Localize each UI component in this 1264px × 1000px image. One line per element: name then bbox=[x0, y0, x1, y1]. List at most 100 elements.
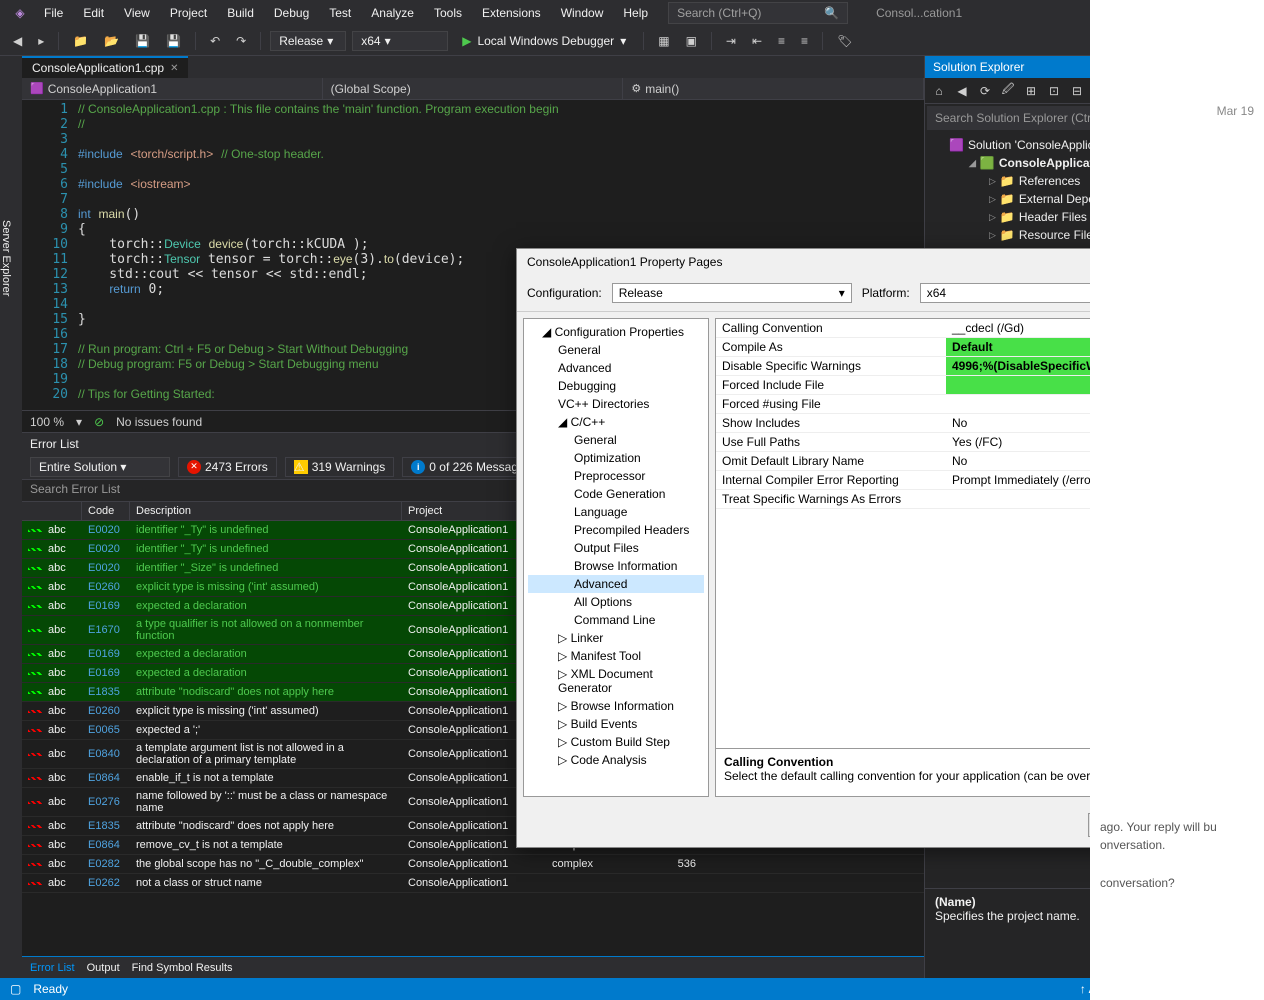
toolbar-icon[interactable]: ▦ bbox=[653, 31, 674, 51]
tree-item[interactable]: General bbox=[528, 341, 704, 359]
server-explorer-tab[interactable]: Server Explorer bbox=[0, 56, 22, 456]
tool-icon[interactable]: ⊡ bbox=[1044, 81, 1064, 101]
config-dropdown[interactable]: Release▾ bbox=[270, 31, 346, 51]
issues-status: No issues found bbox=[116, 415, 202, 429]
start-debug-button[interactable]: ▶Local Windows Debugger▾ bbox=[454, 31, 634, 51]
status-ready: Ready bbox=[33, 982, 68, 996]
tree-item[interactable]: VC++ Directories bbox=[528, 395, 704, 413]
tree-item[interactable]: Code Generation bbox=[528, 485, 704, 503]
dialog-config-dropdown[interactable]: Release▾ bbox=[612, 283, 852, 303]
status-square-icon: ▢ bbox=[10, 982, 21, 996]
window-title: Consol...cation1 bbox=[864, 3, 974, 23]
new-project-icon[interactable]: 📁 bbox=[68, 31, 93, 51]
platform-label: Platform: bbox=[862, 286, 910, 300]
toolbar-icon[interactable]: ▣ bbox=[681, 31, 702, 51]
search-placeholder: Search (Ctrl+Q) bbox=[677, 6, 761, 20]
menu-tools[interactable]: Tools bbox=[426, 3, 470, 23]
menu-test[interactable]: Test bbox=[321, 3, 359, 23]
sync-icon[interactable]: ⟳ bbox=[975, 81, 995, 101]
tool-icon[interactable]: 🖉 bbox=[998, 77, 1018, 104]
platform-dropdown[interactable]: x64▾ bbox=[352, 31, 448, 51]
navigation-bar: 🟪 ConsoleApplication1 (Global Scope) ⚙ m… bbox=[22, 78, 924, 100]
tool-window-tabs: Error List Output Find Symbol Results bbox=[22, 956, 924, 978]
zoom-level[interactable]: 100 % bbox=[30, 415, 64, 429]
vs-logo-icon: ◈ bbox=[8, 1, 32, 25]
property-tree[interactable]: ◢ Configuration PropertiesGeneralAdvance… bbox=[523, 318, 709, 797]
scope-project-dropdown[interactable]: 🟪 ConsoleApplication1 bbox=[22, 78, 323, 99]
errors-filter[interactable]: ✕2473 Errors bbox=[178, 457, 277, 477]
tree-item[interactable]: ▷ Browse Information bbox=[528, 697, 704, 715]
external-panel: Mar 19 ago. Your reply will bu onversati… bbox=[1090, 0, 1264, 1000]
project-icon: 🟩 bbox=[980, 156, 995, 170]
document-tab[interactable]: ConsoleApplication1.cpp ✕ bbox=[22, 56, 188, 78]
tree-item[interactable]: Browse Information bbox=[528, 557, 704, 575]
toolbar-icon[interactable]: ⇥ bbox=[721, 31, 741, 51]
menu-window[interactable]: Window bbox=[553, 3, 612, 23]
error-scope-dropdown[interactable]: Entire Solution ▾ bbox=[30, 457, 170, 477]
tab-output[interactable]: Output bbox=[87, 962, 120, 974]
tree-item[interactable]: Advanced bbox=[528, 575, 704, 593]
menu-help[interactable]: Help bbox=[615, 3, 656, 23]
tree-item[interactable]: ◢ C/C++ bbox=[528, 413, 704, 431]
tab-error-list[interactable]: Error List bbox=[30, 962, 75, 974]
folder-icon: 📁 bbox=[1000, 174, 1015, 188]
error-row[interactable]: abc E0262 not a class or struct name Con… bbox=[22, 874, 924, 893]
tree-item[interactable]: Command Line bbox=[528, 611, 704, 629]
tree-item[interactable]: Output Files bbox=[528, 539, 704, 557]
tree-item[interactable]: ▷ Build Events bbox=[528, 715, 704, 733]
undo-icon[interactable]: ↶ bbox=[205, 31, 225, 51]
toolbar-icon[interactable]: ≡ bbox=[773, 31, 790, 51]
tree-item[interactable]: ▷ Code Analysis bbox=[528, 751, 704, 769]
menu-build[interactable]: Build bbox=[219, 3, 262, 23]
nav-back-icon[interactable]: ◀ bbox=[8, 31, 27, 51]
scope-member-dropdown[interactable]: ⚙ main() bbox=[623, 78, 924, 99]
bookmark-icon[interactable]: 🏷 bbox=[832, 31, 857, 51]
tree-item[interactable]: General bbox=[528, 431, 704, 449]
menu-project[interactable]: Project bbox=[162, 3, 215, 23]
toolbar-icon[interactable]: ⇤ bbox=[747, 31, 767, 51]
tool-icon[interactable]: ⊟ bbox=[1067, 81, 1087, 101]
tree-item[interactable]: All Options bbox=[528, 593, 704, 611]
tree-item[interactable]: Advanced bbox=[528, 359, 704, 377]
warnings-filter[interactable]: ⚠319 Warnings bbox=[285, 457, 395, 477]
folder-icon: 📁 bbox=[1000, 192, 1015, 206]
menu-debug[interactable]: Debug bbox=[266, 3, 317, 23]
config-label: Configuration: bbox=[527, 286, 602, 300]
open-icon[interactable]: 📂 bbox=[99, 31, 124, 51]
toolbar-icon[interactable]: ≡ bbox=[796, 31, 813, 51]
document-tabs: ConsoleApplication1.cpp ✕ bbox=[22, 56, 924, 78]
home-icon[interactable]: ⌂ bbox=[929, 81, 949, 101]
tree-item[interactable]: Optimization bbox=[528, 449, 704, 467]
tab-find-symbol[interactable]: Find Symbol Results bbox=[132, 962, 233, 974]
tree-item[interactable]: ▷ Manifest Tool bbox=[528, 647, 704, 665]
tree-item[interactable]: Debugging bbox=[528, 377, 704, 395]
line-number-gutter: 1234567891011121314151617181920 bbox=[22, 100, 78, 410]
menu-bar: ◈ FileEditViewProjectBuildDebugTestAnaly… bbox=[0, 0, 1264, 26]
save-all-icon[interactable]: 💾 bbox=[161, 31, 186, 51]
tool-icon[interactable]: ⊞ bbox=[1021, 81, 1041, 101]
menu-analyze[interactable]: Analyze bbox=[363, 3, 422, 23]
save-icon[interactable]: 💾 bbox=[130, 31, 155, 51]
menu-extensions[interactable]: Extensions bbox=[474, 3, 549, 23]
nav-fwd-icon[interactable]: ▸ bbox=[33, 31, 49, 51]
tree-item[interactable]: ▷ XML Document Generator bbox=[528, 665, 704, 697]
solution-icon: 🟪 bbox=[949, 138, 964, 152]
back-icon[interactable]: ◀ bbox=[952, 81, 972, 101]
scope-namespace-dropdown[interactable]: (Global Scope) bbox=[323, 78, 624, 99]
folder-icon: 📁 bbox=[1000, 228, 1015, 242]
quick-search-box[interactable]: Search (Ctrl+Q) 🔍 bbox=[668, 2, 848, 24]
tree-item[interactable]: Language bbox=[528, 503, 704, 521]
redo-icon[interactable]: ↷ bbox=[231, 31, 251, 51]
tab-close-icon[interactable]: ✕ bbox=[170, 63, 178, 74]
status-bar: ▢ Ready ↑ Add to Source Control ▴ 🔔1 bbox=[0, 978, 1264, 1000]
tree-item[interactable]: Preprocessor bbox=[528, 467, 704, 485]
menu-view[interactable]: View bbox=[116, 3, 158, 23]
tree-item[interactable]: ▷ Custom Build Step bbox=[528, 733, 704, 751]
error-row[interactable]: abc E0282 the global scope has no "_C_do… bbox=[22, 855, 924, 874]
tree-item[interactable]: ◢ Configuration Properties bbox=[528, 323, 704, 341]
tree-item[interactable]: ▷ Linker bbox=[528, 629, 704, 647]
menu-edit[interactable]: Edit bbox=[75, 3, 112, 23]
search-icon: 🔍 bbox=[824, 6, 839, 20]
menu-file[interactable]: File bbox=[36, 3, 71, 23]
tree-item[interactable]: Precompiled Headers bbox=[528, 521, 704, 539]
